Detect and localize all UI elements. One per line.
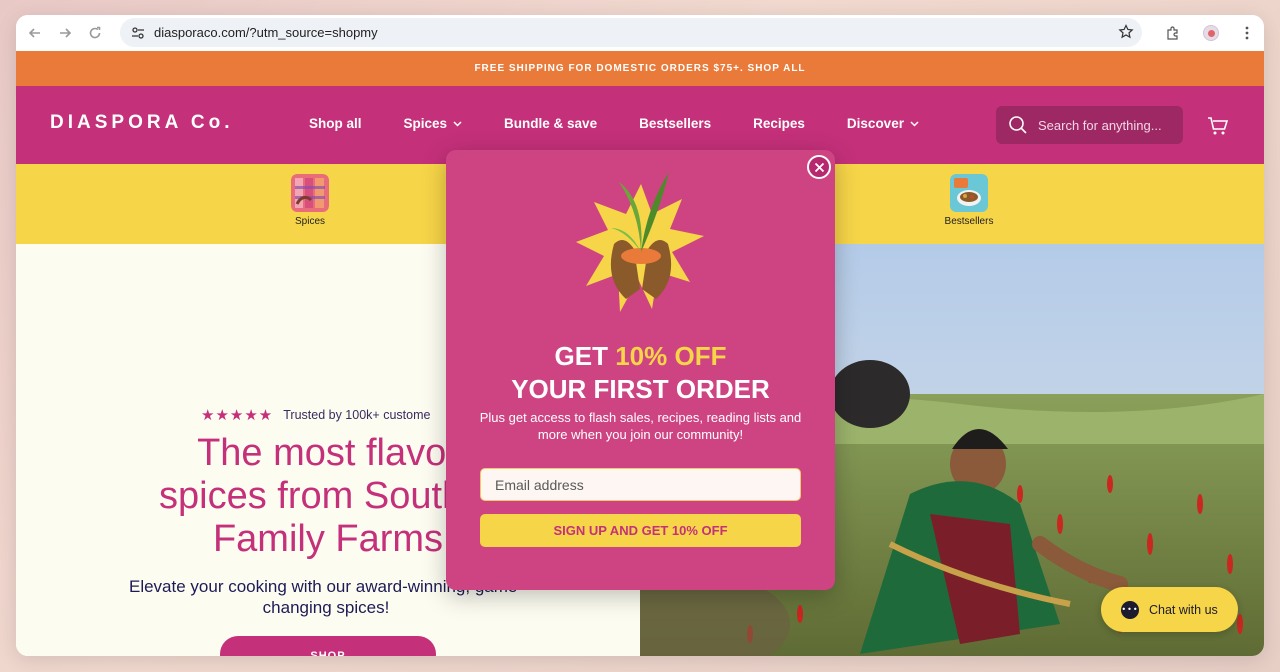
nav-spices[interactable]: Spices — [404, 116, 463, 131]
nav-label: Spices — [403, 116, 448, 131]
cart-icon[interactable] — [1207, 116, 1229, 136]
url-text[interactable]: diasporaco.com/?utm_source=shopmy — [154, 25, 378, 40]
arrow-right-icon — [60, 28, 72, 38]
site-settings-icon[interactable] — [130, 25, 146, 41]
chevron-down-icon — [910, 121, 919, 127]
chat-label: Chat with us — [1149, 602, 1218, 617]
browser-window: diasporaco.com/?utm_source=shopmy FREE S… — [16, 15, 1264, 656]
search-input[interactable]: Search for anything... — [996, 106, 1183, 144]
sprout-hands-illustration — [576, 172, 704, 312]
category-label: Bestsellers — [944, 216, 994, 227]
web-page: FREE SHIPPING FOR DOMESTIC ORDERS $75+. … — [16, 51, 1264, 656]
shop-button[interactable]: SHOP — [220, 636, 436, 656]
nav-shop-all[interactable]: Shop all — [309, 116, 362, 131]
trust-text: Trusted by 100k+ custome — [283, 408, 431, 422]
address-bar[interactable]: diasporaco.com/?utm_source=shopmy — [120, 18, 1142, 47]
nav-recipes[interactable]: Recipes — [753, 116, 805, 131]
spices-thumbnail — [291, 174, 329, 212]
nav-bestsellers[interactable]: Bestsellers — [639, 116, 711, 131]
nav-label: Recipes — [753, 116, 805, 131]
nav-label: Bestsellers — [639, 116, 712, 131]
headline-accent: 10% OFF — [615, 341, 727, 371]
forward-button[interactable] — [50, 18, 80, 48]
promo-bar[interactable]: FREE SHIPPING FOR DOMESTIC ORDERS $75+. … — [16, 51, 1264, 86]
nav-label: Bundle & save — [504, 116, 598, 131]
browser-toolbar: diasporaco.com/?utm_source=shopmy — [16, 15, 1264, 51]
nav-discover[interactable]: Discover — [847, 116, 919, 131]
main-nav: Shop all Spices Bundle & save Bestseller… — [309, 116, 961, 131]
close-popup-button[interactable] — [807, 155, 831, 179]
chat-widget-button[interactable]: ••• Chat with us — [1101, 587, 1238, 632]
category-bestsellers[interactable]: Bestsellers — [929, 174, 1009, 227]
search-icon — [1009, 116, 1027, 134]
arrow-left-icon — [28, 28, 40, 38]
puzzle-icon — [1166, 25, 1178, 40]
search-placeholder: Search for anything... — [1038, 117, 1162, 133]
site-logo[interactable]: DIASPORA Co. — [50, 112, 233, 134]
toolbar-actions — [1154, 15, 1264, 51]
bookmark-star-icon[interactable] — [1118, 24, 1134, 40]
headline-line-2: YOUR FIRST ORDER — [511, 374, 770, 404]
kebab-menu-icon — [1245, 26, 1249, 40]
signup-popup: GET 10% OFF YOUR FIRST ORDER Plus get ac… — [446, 150, 835, 590]
rating-stars: ★★★★★ — [201, 406, 274, 424]
extensions-button[interactable] — [1154, 15, 1192, 51]
profile-button[interactable] — [1192, 15, 1230, 51]
signup-button[interactable]: SIGN UP AND GET 10% OFF — [480, 514, 801, 547]
category-spices[interactable]: Spices — [270, 174, 350, 227]
popup-headline: GET 10% OFF YOUR FIRST ORDER — [446, 340, 835, 406]
trust-row: ★★★★★ Trusted by 100k+ custome — [201, 406, 430, 424]
reload-icon — [89, 26, 101, 39]
headline-pre: GET — [554, 341, 616, 371]
headline-line-1: GET 10% OFF — [446, 340, 835, 373]
category-label: Spices — [294, 216, 325, 227]
chevron-down-icon — [453, 121, 462, 127]
bestsellers-thumbnail — [950, 174, 988, 212]
chat-bubble-icon: ••• — [1121, 600, 1139, 619]
nav-label: Discover — [846, 116, 904, 131]
promo-text[interactable]: FREE SHIPPING FOR DOMESTIC ORDERS $75+. … — [474, 63, 805, 74]
reload-button[interactable] — [80, 18, 110, 48]
nav-label: Shop all — [309, 116, 362, 131]
email-field[interactable] — [480, 468, 801, 501]
menu-button[interactable] — [1230, 15, 1264, 51]
close-icon — [814, 162, 824, 172]
nav-bundle-save[interactable]: Bundle & save — [504, 116, 597, 131]
popup-body: Plus get access to flash sales, recipes,… — [479, 410, 802, 442]
avatar — [1203, 25, 1219, 41]
back-button[interactable] — [20, 18, 50, 48]
